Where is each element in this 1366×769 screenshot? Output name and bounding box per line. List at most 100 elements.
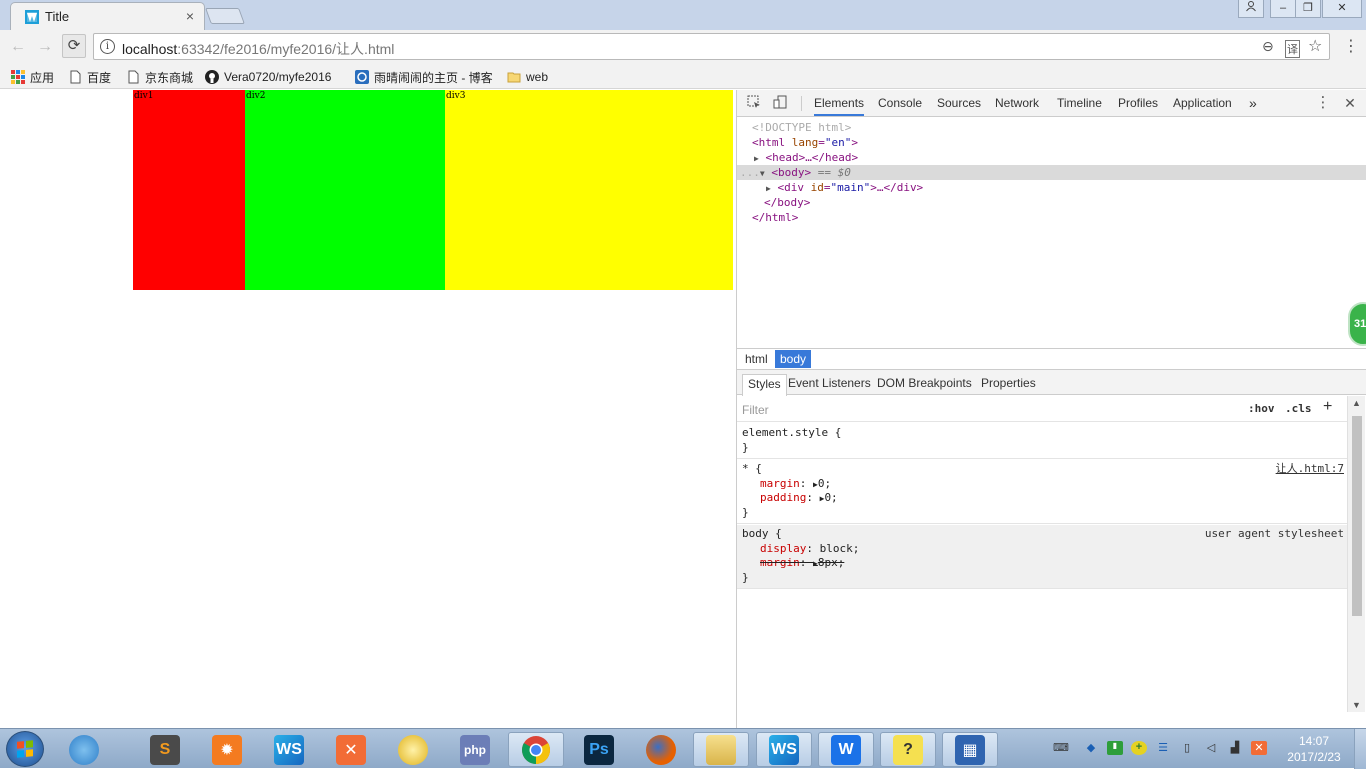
styles-scrollbar[interactable]: ▲ ▼ xyxy=(1347,396,1365,712)
tab-sources[interactable]: Sources xyxy=(937,90,981,116)
tab-close-icon[interactable]: × xyxy=(186,8,194,24)
devtools-close-icon[interactable]: ✕ xyxy=(1342,95,1358,111)
keyboard-tray-icon[interactable]: ⌨ xyxy=(1053,741,1069,755)
restore-button[interactable]: ❐ xyxy=(1295,0,1321,18)
new-style-rule-icon[interactable]: + xyxy=(1323,398,1332,416)
dom-div-main[interactable]: ▶ <div id="main">…</div> xyxy=(737,180,1366,195)
dom-body-close[interactable]: </body> xyxy=(737,195,1366,210)
devtools-menu-icon[interactable]: ⋮ xyxy=(1315,95,1331,111)
user-profile-button[interactable] xyxy=(1238,0,1264,18)
tab-elements[interactable]: Elements xyxy=(814,90,865,116)
taskbar-360-safe[interactable] xyxy=(56,732,112,767)
decl-value[interactable]: 0; xyxy=(818,477,831,490)
chrome-menu-icon[interactable]: ⋮ xyxy=(1343,36,1359,56)
start-button[interactable] xyxy=(6,731,44,767)
bookmark-jd[interactable]: 京东商城 xyxy=(126,68,193,86)
bookmark-web-folder[interactable]: web xyxy=(507,68,548,86)
device-toolbar-icon[interactable] xyxy=(772,95,788,111)
rule-star[interactable]: * {让人.html:7 margin: ▶0; padding: ▶0; } xyxy=(737,460,1347,524)
taskbar-xampp[interactable]: ✕ xyxy=(323,732,379,767)
system-clock[interactable]: 14:07 2017/2/23 xyxy=(1279,733,1349,765)
info-icon[interactable]: i xyxy=(100,39,115,54)
scroll-down-icon[interactable]: ▼ xyxy=(1352,700,1361,710)
cube-tray-icon[interactable]: ◆ xyxy=(1083,741,1099,755)
translate-icon[interactable]: 译 xyxy=(1285,40,1300,58)
dom-html-open[interactable]: <html lang="en"> xyxy=(737,135,1366,150)
collapse-arrow-icon[interactable]: ▼ xyxy=(760,169,765,178)
reload-button[interactable]: ⟳ xyxy=(62,34,86,58)
taskbar-settings[interactable]: ✹ xyxy=(199,732,255,767)
url-text[interactable]: localhost:63342/fe2016/myfe2016/让人.html xyxy=(122,39,394,59)
zoom-icon[interactable]: ⊖ xyxy=(1262,38,1274,55)
dom-html-close[interactable]: </html> xyxy=(737,210,1366,225)
hov-toggle[interactable]: :hov xyxy=(1248,402,1275,415)
volume-tray-icon[interactable]: ◁ xyxy=(1203,741,1219,755)
window-close-button[interactable]: ✕ xyxy=(1322,0,1362,18)
more-tabs-icon[interactable]: » xyxy=(1249,90,1257,116)
forward-button[interactable]: → xyxy=(34,36,56,58)
usb-tray-icon[interactable]: ▯ xyxy=(1179,741,1195,755)
browser-tab[interactable]: Title × xyxy=(10,2,205,30)
rule-element-style[interactable]: element.style { } xyxy=(737,424,1347,459)
rule-source-link[interactable]: 让人.html:7 xyxy=(1276,462,1344,477)
back-button[interactable]: ← xyxy=(7,36,29,58)
tab-properties[interactable]: Properties xyxy=(976,374,1041,396)
tab-application[interactable]: Application xyxy=(1173,90,1232,116)
list-tray-icon[interactable]: ☰ xyxy=(1155,741,1171,755)
decl-prop[interactable]: padding xyxy=(760,491,806,504)
battery-tray-icon[interactable]: ▮ xyxy=(1107,741,1123,755)
dom-body-selected[interactable]: ...▼ <body> == $0 xyxy=(737,165,1366,180)
bookmark-apps[interactable]: 应用 xyxy=(11,68,54,86)
expand-arrow-icon[interactable]: ▶ xyxy=(754,154,759,163)
dom-doctype[interactable]: <!DOCTYPE html> xyxy=(737,120,1366,135)
tab-dom-breakpoints[interactable]: DOM Breakpoints xyxy=(872,374,977,396)
tab-event-listeners[interactable]: Event Listeners xyxy=(783,374,876,396)
inspect-element-icon[interactable] xyxy=(746,95,762,111)
taskbar-disk[interactable]: ▦ xyxy=(942,732,998,767)
new-tab-button[interactable] xyxy=(205,8,245,24)
breadcrumb-html[interactable]: html xyxy=(740,350,773,368)
decl-value[interactable]: 0; xyxy=(824,491,837,504)
div-tag: <div xyxy=(777,181,804,194)
taskbar-help[interactable]: ? xyxy=(880,732,936,767)
taskbar-webstorm-2[interactable]: WS xyxy=(756,732,812,767)
bookmark-github[interactable]: Vera0720/myfe2016 xyxy=(205,68,331,86)
taskbar-thunder[interactable] xyxy=(385,732,441,767)
taskbar-chrome[interactable] xyxy=(508,732,564,767)
scroll-up-icon[interactable]: ▲ xyxy=(1352,398,1361,408)
taskbar-webstorm[interactable]: WS xyxy=(261,732,317,767)
dom-head[interactable]: ▶ <head>…</head> xyxy=(737,150,1366,165)
bookmark-baidu[interactable]: 百度 xyxy=(68,68,111,86)
plus-tray-icon[interactable]: + xyxy=(1131,741,1147,755)
filter-input[interactable]: Filter xyxy=(742,403,769,417)
tab-profiles[interactable]: Profiles xyxy=(1118,90,1158,116)
tab-styles[interactable]: Styles xyxy=(742,374,787,396)
floating-badge[interactable]: 31 xyxy=(1348,302,1366,346)
breadcrumb-body[interactable]: body xyxy=(775,350,812,368)
rule-body-ua[interactable]: body {user agent stylesheet display: blo… xyxy=(737,525,1347,589)
bookmark-blog[interactable]: 雨晴闹闹的主页 - 博客 xyxy=(355,68,493,86)
tab-timeline[interactable]: Timeline xyxy=(1057,90,1102,116)
minimize-button[interactable]: – xyxy=(1270,0,1296,18)
taskbar-php[interactable]: php xyxy=(447,732,503,767)
network-tray-icon[interactable]: ▟ xyxy=(1227,741,1243,755)
tab-console[interactable]: Console xyxy=(878,90,922,116)
taskbar-sublime[interactable]: S xyxy=(137,732,193,767)
scroll-thumb[interactable] xyxy=(1352,416,1362,616)
star-icon[interactable]: ☆ xyxy=(1308,36,1322,56)
tab-network[interactable]: Network xyxy=(995,90,1039,116)
dom-tree[interactable]: <!DOCTYPE html> <html lang="en"> ▶ <head… xyxy=(737,120,1366,350)
taskbar-wps[interactable]: W xyxy=(818,732,874,767)
cls-toggle[interactable]: .cls xyxy=(1285,402,1312,415)
address-bar[interactable]: i localhost:63342/fe2016/myfe2016/让人.htm… xyxy=(93,33,1330,60)
decl-prop[interactable]: margin xyxy=(760,477,800,490)
xampp-tray-icon[interactable]: ✕ xyxy=(1251,741,1267,755)
ellipsis-icon[interactable]: ... xyxy=(740,166,760,179)
expand-arrow-icon[interactable]: ▶ xyxy=(766,184,771,193)
show-desktop-button[interactable] xyxy=(1354,729,1366,769)
taskbar-explorer[interactable] xyxy=(693,732,749,767)
rule-selector: element.style { xyxy=(742,426,842,439)
body-close-tag: </body> xyxy=(764,196,811,209)
taskbar-photoshop[interactable]: Ps xyxy=(571,732,627,767)
taskbar-firefox[interactable] xyxy=(633,732,689,767)
